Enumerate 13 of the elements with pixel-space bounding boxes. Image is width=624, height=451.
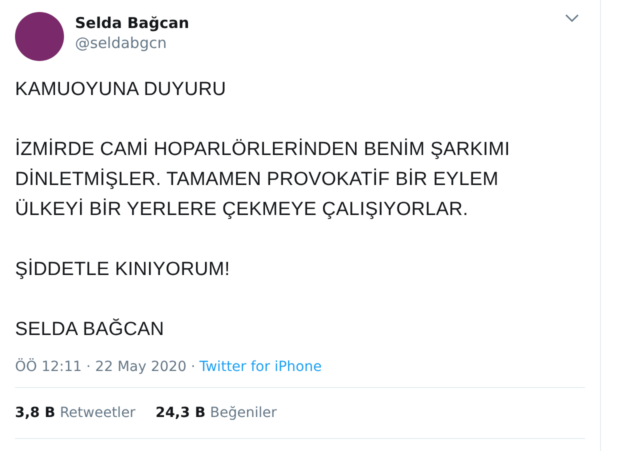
author-handle[interactable]: @seldabgcn <box>75 33 190 53</box>
tweet-text-line: SELDA BAĞCAN <box>15 318 166 342</box>
author-name[interactable]: Selda Bağcan <box>75 13 190 33</box>
caret-icon[interactable] <box>565 13 579 23</box>
engagement-stat[interactable]: 3,8 B Retweetler <box>15 403 136 423</box>
tweet-text-line: DİNLETMİŞLER. TAMAMEN PROVOKATİF BİR EYLEM <box>15 168 500 192</box>
timestamp[interactable]: ÖÖ 12:11 · 22 May 2020 · <box>15 357 196 377</box>
tweet-text-line: ŞİDDETLE KINIYORUM! <box>15 258 231 282</box>
tweet-text-line: İZMİRDE CAMİ HOPARLÖRLERİNDEN BENİM ŞARKIMI <box>15 138 511 162</box>
tweet-text-line: KAMUOYUNA DUYURU <box>15 78 228 102</box>
avatar-photo-placeholder[interactable] <box>15 12 64 61</box>
engagement-stat[interactable]: 24,3 B Beğeniler <box>155 403 277 423</box>
tweet-text-line: ÜLKEYİ BİR YERLERE ÇEKMEYE ÇALIŞIYORLAR. <box>15 198 470 222</box>
